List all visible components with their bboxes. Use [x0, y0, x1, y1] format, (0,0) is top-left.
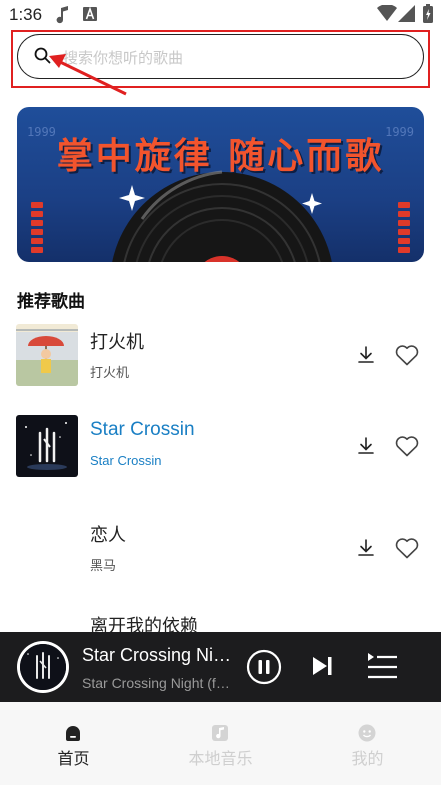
- music-note-icon: [56, 6, 70, 28]
- download-icon[interactable]: [355, 537, 377, 559]
- battery-charging-icon: [423, 4, 433, 27]
- album-cover: [16, 415, 78, 477]
- section-title: 推荐歌曲: [17, 292, 85, 312]
- download-icon[interactable]: [355, 344, 377, 366]
- song-item[interactable]: 恋人 黑马: [0, 517, 441, 597]
- status-bar: 1:36: [0, 0, 441, 30]
- nav-label: 本地音乐: [188, 749, 253, 768]
- playlist-icon[interactable]: [364, 651, 398, 687]
- heart-icon[interactable]: [394, 434, 420, 458]
- album-cover: [16, 324, 78, 386]
- song-artist: 打火机: [90, 366, 130, 381]
- banner-bars-right: [398, 202, 410, 256]
- song-title: Star Crossin: [90, 419, 195, 440]
- font-a-icon: [83, 6, 97, 26]
- nav-item-profile[interactable]: 我的: [294, 702, 441, 785]
- nav-label: 我的: [351, 749, 384, 768]
- song-title: 打火机: [90, 332, 144, 353]
- wifi-icon: [377, 4, 397, 26]
- mini-player[interactable]: Star Crossing Night Star Crossing Night …: [0, 632, 441, 702]
- nav-item-home[interactable]: 首页: [0, 702, 147, 785]
- player-album-art: [17, 641, 69, 693]
- pause-icon[interactable]: [246, 649, 282, 689]
- song-item[interactable]: 打火机 打火机: [0, 324, 441, 404]
- promo-banner[interactable]: 1999 1999 掌中旋律 随心而歌: [17, 107, 424, 262]
- song-artist: 黑马: [90, 559, 117, 574]
- banner-bars-left: [31, 202, 43, 256]
- player-title: Star Crossing Night: [82, 645, 237, 665]
- player-subtitle: Star Crossing Night (feat. ...): [82, 675, 232, 691]
- local-music-icon: [211, 724, 229, 746]
- annotation-arrow-icon: [40, 48, 130, 102]
- profile-icon: [358, 724, 376, 746]
- bottom-navigation: 首页 本地音乐 我的: [0, 702, 441, 785]
- heart-icon[interactable]: [394, 343, 420, 367]
- song-title: 恋人: [90, 525, 126, 546]
- signal-icon: [398, 5, 415, 26]
- nav-label: 首页: [57, 749, 90, 768]
- status-time: 1:36: [9, 5, 43, 24]
- song-artist: Star Crossin: [90, 453, 162, 468]
- nav-item-local-music[interactable]: 本地音乐: [147, 702, 294, 785]
- download-icon[interactable]: [355, 435, 377, 457]
- heart-icon[interactable]: [394, 536, 420, 560]
- song-item[interactable]: Star Crossin Star Crossin: [0, 415, 441, 495]
- home-icon: [63, 724, 83, 746]
- vinyl-record-icon: [102, 169, 342, 262]
- next-icon[interactable]: [310, 654, 334, 682]
